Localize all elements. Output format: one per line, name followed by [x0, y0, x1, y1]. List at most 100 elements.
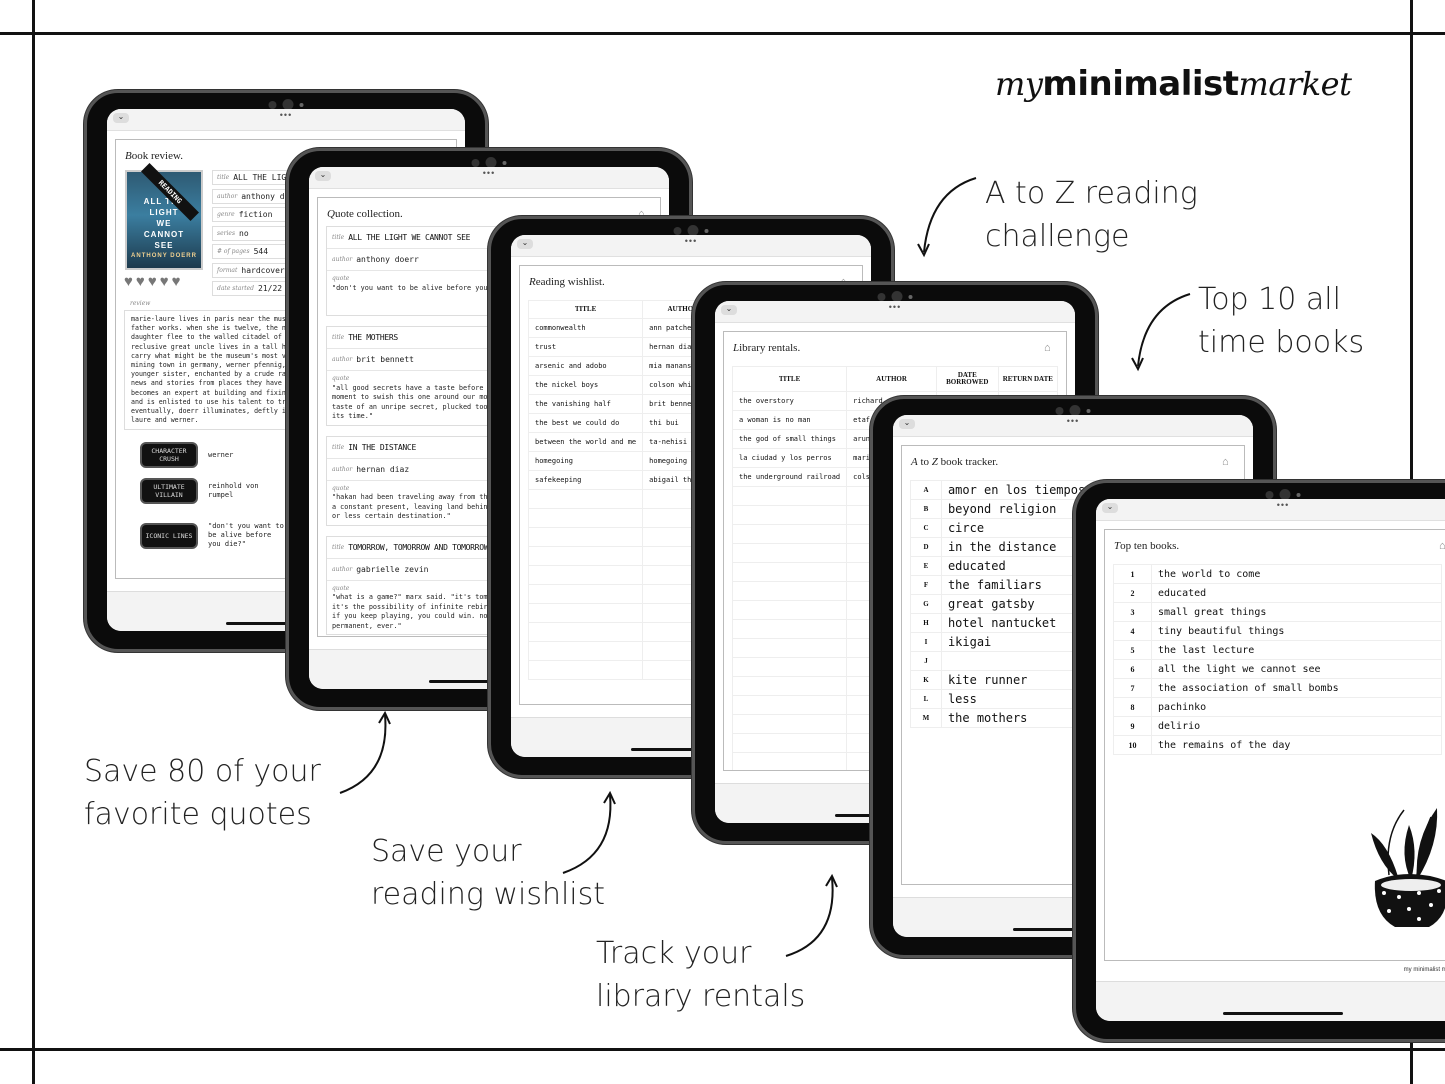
table-cell[interactable]: G: [910, 594, 942, 614]
table-cell[interactable]: [731, 695, 848, 715]
heart-icon[interactable]: ♥: [124, 274, 133, 289]
table-cell[interactable]: [527, 508, 644, 528]
table-cell[interactable]: [527, 622, 644, 642]
character-crush-value[interactable]: werner: [208, 451, 288, 460]
collapse-button[interactable]: ⌄: [113, 113, 129, 123]
table-cell[interactable]: [731, 619, 848, 639]
table-cell[interactable]: delirio: [1151, 716, 1442, 736]
table-cell[interactable]: the nickel boys: [527, 375, 644, 395]
table-cell[interactable]: [527, 527, 644, 547]
table-cell[interactable]: a woman is no man: [731, 410, 848, 430]
table-cell[interactable]: [731, 676, 848, 696]
table-cell[interactable]: D: [910, 537, 942, 557]
table-cell[interactable]: the remains of the day: [1151, 735, 1442, 755]
table-cell[interactable]: J: [910, 651, 942, 671]
table-cell[interactable]: [731, 600, 848, 620]
table-cell[interactable]: 8: [1113, 697, 1152, 717]
table-cell[interactable]: la ciudad y los perros: [731, 448, 848, 468]
collapse-button[interactable]: ⌄: [315, 171, 331, 181]
table-cell[interactable]: the god of small things: [731, 429, 848, 449]
table-cell[interactable]: the vanishing half: [527, 394, 644, 414]
table-cell[interactable]: 4: [1113, 621, 1152, 641]
table-cell[interactable]: tiny beautiful things: [1151, 621, 1442, 641]
table-cell[interactable]: [731, 714, 848, 734]
more-dots-icon[interactable]: •••: [1277, 500, 1289, 510]
table-cell[interactable]: M: [910, 708, 942, 728]
heart-icon[interactable]: ♥: [172, 274, 181, 289]
heart-icon[interactable]: ♥: [160, 274, 169, 289]
table-cell[interactable]: educated: [1151, 583, 1442, 603]
table-cell[interactable]: [731, 752, 848, 770]
more-dots-icon[interactable]: •••: [685, 236, 697, 246]
table-cell[interactable]: homegoing: [527, 451, 644, 471]
table-cell[interactable]: 5: [1113, 640, 1152, 660]
table-cell[interactable]: [731, 524, 848, 544]
table-cell[interactable]: C: [910, 518, 942, 538]
table-cell[interactable]: [731, 657, 848, 677]
table-cell[interactable]: safekeeping: [527, 470, 644, 490]
table-cell[interactable]: between the world and me: [527, 432, 644, 452]
table-cell[interactable]: the overstory: [731, 391, 848, 411]
table-cell[interactable]: 1: [1113, 564, 1152, 584]
table-cell[interactable]: the last lecture: [1151, 640, 1442, 660]
table-cell[interactable]: trust: [527, 337, 644, 357]
table-cell[interactable]: 9: [1113, 716, 1152, 736]
ultimate-villain-value[interactable]: reinhold von rumpel: [208, 482, 288, 500]
table-cell[interactable]: [731, 733, 848, 753]
table-cell[interactable]: [731, 486, 848, 506]
table-cell[interactable]: 3: [1113, 602, 1152, 622]
table-cell[interactable]: [731, 581, 848, 601]
collapse-button[interactable]: ⌄: [517, 239, 533, 249]
table-cell[interactable]: the best we could do: [527, 413, 644, 433]
table-cell[interactable]: F: [910, 575, 942, 595]
table-cell[interactable]: small great things: [1151, 602, 1442, 622]
brand-logo: myminimalistmarket: [995, 62, 1352, 104]
field-label: title: [217, 174, 230, 181]
collapse-button[interactable]: ⌄: [1102, 503, 1118, 513]
table-cell[interactable]: B: [910, 499, 942, 519]
collapse-button[interactable]: ⌄: [899, 419, 915, 429]
table-cell[interactable]: I: [910, 632, 942, 652]
table-cell[interactable]: 7: [1113, 678, 1152, 698]
more-dots-icon[interactable]: •••: [280, 110, 292, 120]
table-cell[interactable]: the underground railroad: [731, 467, 848, 487]
heart-icon[interactable]: ♥: [148, 274, 157, 289]
table-cell[interactable]: [731, 638, 848, 658]
table-cell[interactable]: 2: [1113, 583, 1152, 603]
table-cell[interactable]: the association of small bombs: [1151, 678, 1442, 698]
table-cell[interactable]: pachinko: [1151, 697, 1442, 717]
table-cell[interactable]: the world to come: [1151, 564, 1442, 584]
table-cell[interactable]: [527, 565, 644, 585]
table-cell[interactable]: [731, 543, 848, 563]
table-cell[interactable]: all the light we cannot see: [1151, 659, 1442, 679]
table-cell[interactable]: L: [910, 689, 942, 709]
table-cell[interactable]: [527, 660, 644, 680]
title-label: title: [332, 334, 345, 341]
table-cell[interactable]: A: [910, 480, 942, 500]
table-cell[interactable]: [527, 641, 644, 661]
collapse-button[interactable]: ⌄: [721, 305, 737, 315]
more-dots-icon[interactable]: •••: [889, 302, 901, 312]
table-cell[interactable]: H: [910, 613, 942, 633]
table-cell[interactable]: E: [910, 556, 942, 576]
table-cell[interactable]: [731, 562, 848, 582]
rating-hearts[interactable]: ♥ ♥ ♥ ♥ ♥: [124, 274, 181, 289]
table-cell[interactable]: K: [910, 670, 942, 690]
table-cell[interactable]: [527, 584, 644, 604]
home-icon[interactable]: ⌂: [1044, 342, 1056, 354]
home-icon[interactable]: ⌂: [1222, 456, 1234, 468]
table-cell[interactable]: [731, 505, 848, 525]
table-cell[interactable]: arsenic and adobo: [527, 356, 644, 376]
more-dots-icon[interactable]: •••: [1067, 416, 1079, 426]
table-cell[interactable]: 10: [1113, 735, 1152, 755]
table-cell[interactable]: [527, 603, 644, 623]
home-indicator[interactable]: [1223, 1012, 1343, 1015]
table-cell[interactable]: [527, 546, 644, 566]
table-cell[interactable]: [527, 489, 644, 509]
home-icon[interactable]: ⌂: [1439, 540, 1445, 552]
table-cell[interactable]: commonwealth: [527, 318, 644, 338]
more-dots-icon[interactable]: •••: [483, 168, 495, 178]
iconic-lines-value[interactable]: "don't you want to be alive before you d…: [208, 522, 288, 549]
table-cell[interactable]: 6: [1113, 659, 1152, 679]
heart-icon[interactable]: ♥: [136, 274, 145, 289]
